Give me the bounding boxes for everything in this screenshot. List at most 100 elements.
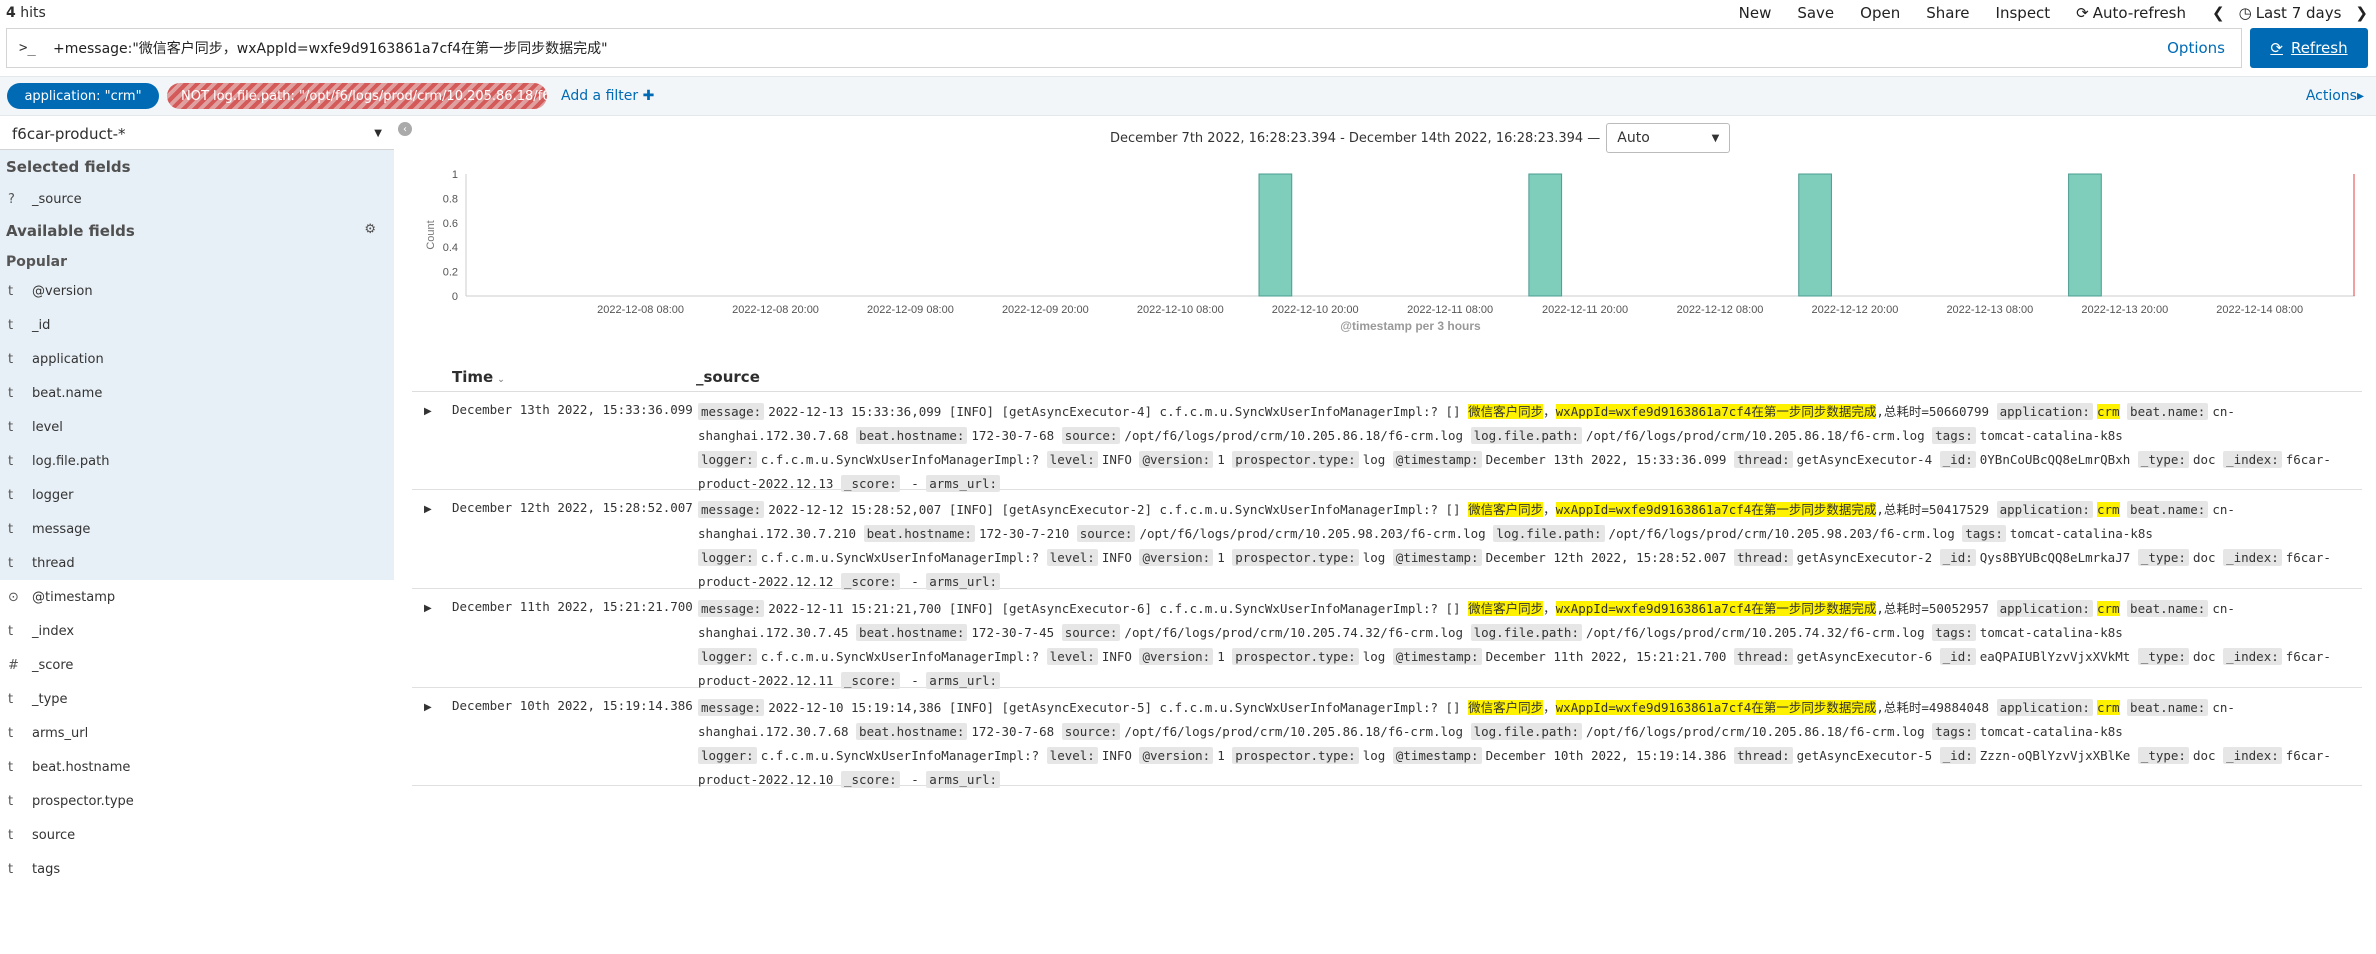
field-item[interactable]: t level: [0, 410, 394, 444]
interval-select[interactable]: Auto ▼: [1606, 123, 1731, 153]
field-key: @version:: [1139, 451, 1214, 468]
application-value: crm: [2096, 404, 2120, 419]
expand-row-icon[interactable]: ▶: [424, 603, 432, 614]
field-key: _id:: [1939, 648, 1976, 665]
chevron-right-icon: ❯: [2355, 4, 2368, 22]
field-item[interactable]: t message: [0, 512, 394, 546]
field-name: _type: [32, 691, 68, 707]
field-name: _source: [32, 191, 82, 207]
field-type-icon: t: [8, 521, 14, 537]
field-item[interactable]: # _score: [0, 648, 394, 682]
filter-pill-log-file-path[interactable]: NOT log.file.path: "/opt/f6/logs/prod/cr…: [167, 83, 547, 109]
actions-link[interactable]: Actions▸: [2306, 88, 2364, 104]
field-item[interactable]: t prospector.type: [0, 784, 394, 818]
expand-row-icon[interactable]: ▶: [424, 406, 432, 417]
field-key: @version:: [1139, 648, 1214, 665]
chevron-left-icon: ‹: [403, 123, 407, 135]
field-key: logger:: [698, 451, 757, 468]
field-key: _id:: [1939, 549, 1976, 566]
gear-icon[interactable]: ⚙: [364, 222, 376, 240]
field-item[interactable]: t _id: [0, 308, 394, 342]
field-item[interactable]: t source: [0, 818, 394, 852]
open-button[interactable]: Open: [1860, 4, 1900, 22]
time-picker-button[interactable]: ◷ Last 7 days: [2239, 4, 2342, 22]
field-name: thread: [32, 555, 75, 571]
query-field: >_ Options: [6, 28, 2242, 68]
field-name: tags: [32, 861, 61, 877]
field-key: @timestamp:: [1392, 648, 1482, 665]
field-item[interactable]: t application: [0, 342, 394, 376]
field-item[interactable]: t @version: [0, 274, 394, 308]
field-key: prospector.type:: [1232, 549, 1359, 566]
field-key: thread:: [1733, 549, 1793, 566]
field-item[interactable]: ⊙ @timestamp: [0, 580, 394, 614]
field-value: December 11th 2022, 15:21:21.700: [1485, 649, 1727, 664]
field-value: log: [1362, 649, 1386, 664]
field-item[interactable]: t log.file.path: [0, 444, 394, 478]
new-button[interactable]: New: [1739, 4, 1772, 22]
field-item[interactable]: t tags: [0, 852, 394, 886]
collapse-sidebar-button[interactable]: ‹: [398, 122, 412, 136]
field-key: message:: [698, 699, 765, 716]
field-key: application:: [1996, 501, 2093, 518]
field-value: /opt/f6/logs/prod/crm/10.205.74.32/f6-cr…: [1585, 625, 1925, 640]
field-item[interactable]: t arms_url: [0, 716, 394, 750]
highlight-term: 微信客户同步: [1468, 404, 1544, 419]
field-value: c.f.c.m.u.SyncWxUserInfoManagerImpl:?: [760, 452, 1040, 467]
time-next-button[interactable]: ❯: [2355, 4, 2368, 22]
field-key: log.file.path:: [1470, 624, 1582, 641]
options-link[interactable]: Options: [2167, 39, 2225, 57]
highlight-equals: =: [1608, 601, 1616, 616]
expand-row-icon[interactable]: ▶: [424, 504, 432, 515]
field-value: /opt/f6/logs/prod/crm/10.205.98.203/f6-c…: [1608, 526, 1955, 541]
time-prev-button[interactable]: ❮: [2212, 4, 2225, 22]
filter-pill-application[interactable]: application: "crm": [7, 83, 159, 109]
refresh-button[interactable]: ⟳ Refresh: [2250, 28, 2368, 68]
field-key: tags:: [1932, 723, 1976, 740]
auto-refresh-button[interactable]: ⟳ Auto-refresh: [2076, 4, 2186, 22]
field-key: source:: [1061, 624, 1121, 641]
field-key: logger:: [698, 648, 757, 665]
field-name: _index: [32, 623, 75, 639]
field-key: log.file.path:: [1493, 525, 1605, 542]
field-value: log: [1362, 452, 1386, 467]
field-item[interactable]: t thread: [0, 546, 394, 580]
field-key: level:: [1046, 451, 1098, 468]
field-key: level:: [1046, 648, 1098, 665]
inspect-button[interactable]: Inspect: [1996, 4, 2051, 22]
add-filter-link[interactable]: Add a filter ✚: [561, 88, 654, 104]
field-item[interactable]: t _index: [0, 614, 394, 648]
field-value: log: [1362, 748, 1386, 763]
refresh-icon: ⟳: [2076, 4, 2089, 22]
field-item[interactable]: t _type: [0, 682, 394, 716]
field-key: _score:: [841, 573, 900, 590]
x-tick-label: 2022-12-13 20:00: [2081, 304, 2168, 316]
index-pattern-select[interactable]: f6car-product-* ▼: [0, 118, 394, 150]
message-value: 2022-12-11 15:21:21,700 [INFO] [getAsync…: [768, 601, 1461, 616]
field-value: Zzzn-oQBlYzvVjxXBlKe: [1979, 748, 2131, 763]
field-key: _type:: [2137, 747, 2189, 764]
field-value: tomcat-catalina-k8s: [1979, 428, 2123, 443]
field-item[interactable]: t logger: [0, 478, 394, 512]
field-key: tags:: [1962, 525, 2006, 542]
highlight-term: wxAppId: [1555, 502, 1609, 517]
time-range-text: December 7th 2022, 16:28:23.394 - Decemb…: [1110, 130, 1601, 146]
share-button[interactable]: Share: [1926, 4, 1969, 22]
field-value: INFO: [1101, 748, 1132, 763]
x-tick-label: 2022-12-10 20:00: [1272, 304, 1359, 316]
x-tick-label: 2022-12-11 08:00: [1407, 304, 1493, 316]
query-input[interactable]: [51, 30, 2168, 66]
field-value: tomcat-catalina-k8s: [1979, 724, 2123, 739]
expand-row-icon[interactable]: ▶: [424, 702, 432, 713]
field-key: tags:: [1932, 624, 1976, 641]
save-button[interactable]: Save: [1797, 4, 1834, 22]
application-value: crm: [2096, 502, 2120, 517]
hits-count: 4 hits: [6, 5, 46, 21]
field-item[interactable]: ? _source: [0, 182, 394, 216]
field-item[interactable]: t beat.name: [0, 376, 394, 410]
field-item[interactable]: t beat.hostname: [0, 750, 394, 784]
highlight-term: 微信客户同步: [1468, 502, 1544, 517]
field-key: prospector.type:: [1232, 648, 1359, 665]
field-key: _id:: [1939, 451, 1976, 468]
time-column-header[interactable]: Time ⌄: [452, 368, 505, 386]
